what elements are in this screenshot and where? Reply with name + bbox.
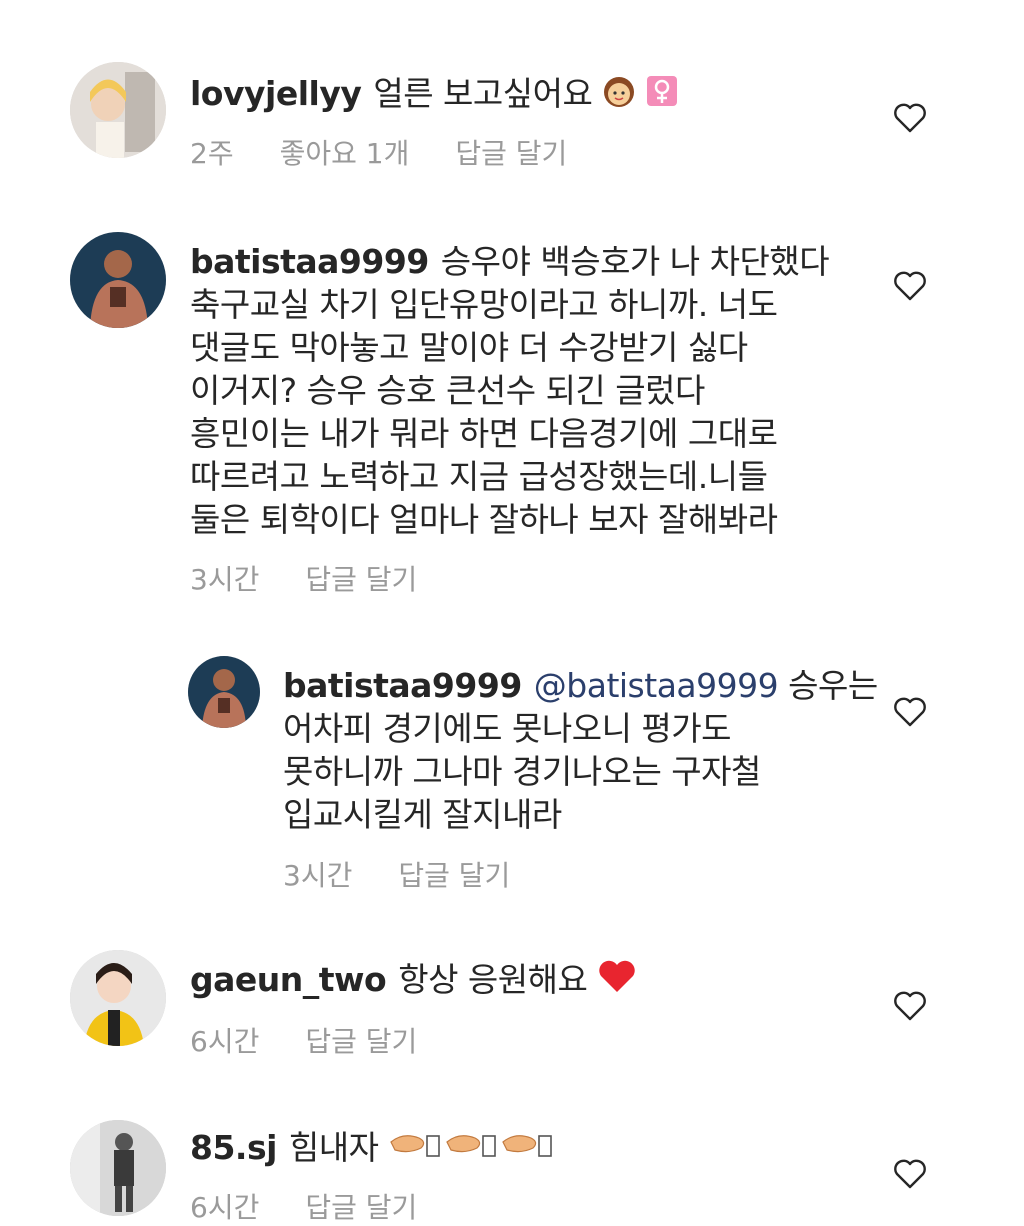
reply-button[interactable]: 답글 달기 [305, 563, 417, 596]
comment-text-line: 승우는 [788, 666, 878, 705]
comment-username[interactable]: batistaa9999 [283, 666, 522, 705]
comment-text-line: 못하니까 그나마 경기나오는 구자철 [283, 752, 761, 791]
comment-time: 6시간 [190, 1191, 260, 1224]
comment-username[interactable]: batistaa9999 [190, 242, 429, 281]
comment-time: 3시간 [283, 859, 353, 892]
comment-meta: 3시간 답글 달기 [283, 854, 556, 894]
reply-button[interactable]: 답글 달기 [305, 1191, 417, 1224]
comment-text-line: 어차피 경기에도 못나오니 평가도 [283, 709, 732, 748]
comment-text-line: 따르려고 노력하고 지금 급성장했는데.니들 [190, 457, 768, 496]
avatar[interactable] [70, 62, 166, 158]
heart-icon[interactable] [893, 990, 927, 1022]
comment-text: 힘내자 [288, 1128, 379, 1167]
comment-meta: 3시간 답글 달기 [190, 558, 463, 598]
heart-icon[interactable] [893, 270, 927, 302]
avatar[interactable] [70, 232, 166, 328]
woman-emoji [602, 74, 636, 118]
comment-text-line: 입교시킬게 잘지내라 [283, 795, 562, 834]
comment-text-line: 승우야 백승호가 나 차단했다 [440, 242, 830, 281]
female-sign-emoji [646, 74, 678, 117]
comment-text: 얼른 보고싶어요 [373, 74, 593, 113]
comment-username[interactable]: gaeun_two [190, 960, 387, 999]
comment-meta: 6시간 답글 달기 [190, 1020, 463, 1060]
reply-button[interactable]: 답글 달기 [305, 1025, 417, 1058]
comment-time: 6시간 [190, 1025, 260, 1058]
red-heart-emoji [597, 960, 637, 1004]
comment-meta: 6시간 답글 달기 [190, 1186, 463, 1226]
comment-time: 3시간 [190, 563, 260, 596]
avatar[interactable] [70, 1120, 166, 1216]
comment-text-line: 댓글도 막아놓고 말이야 더 수강받기 싫다 [190, 328, 748, 367]
avatar-photo [70, 62, 166, 158]
comment-text-line: 흥민이는 내가 뭐라 하면 다음경기에 그대로 [190, 414, 778, 453]
clapping-hands-emoji [389, 1128, 569, 1172]
heart-icon[interactable] [893, 696, 927, 728]
reply-button[interactable]: 답글 달기 [455, 137, 567, 170]
comment-username[interactable]: lovyjellyy [190, 74, 362, 113]
reply-button[interactable]: 답글 달기 [398, 859, 510, 892]
heart-icon[interactable] [893, 1158, 927, 1190]
comment-meta: 2주 좋아요 1개 답글 달기 [190, 132, 613, 172]
comment-text-line: 축구교실 차기 입단유망이라고 하니까. 너도 [190, 285, 778, 324]
avatar-photo [70, 232, 166, 328]
comment-username[interactable]: 85.sj [190, 1128, 277, 1167]
likes-count[interactable]: 좋아요 1개 [280, 137, 410, 170]
avatar-photo [70, 950, 166, 1046]
comment-text: 항상 응원해요 [398, 960, 588, 999]
comment-text-line: 이거지? 승우 승호 큰선수 되긴 글렀다 [190, 371, 705, 410]
comment-time: 2주 [190, 137, 234, 170]
comment-text-line: 둘은 퇴학이다 얼마나 잘하나 보자 잘해봐라 [190, 500, 778, 539]
avatar[interactable] [70, 950, 166, 1046]
heart-icon[interactable] [893, 102, 927, 134]
avatar[interactable] [188, 656, 260, 728]
mention-link[interactable]: @batistaa9999 [534, 666, 779, 705]
avatar-photo [70, 1120, 166, 1216]
avatar-photo [188, 656, 260, 728]
